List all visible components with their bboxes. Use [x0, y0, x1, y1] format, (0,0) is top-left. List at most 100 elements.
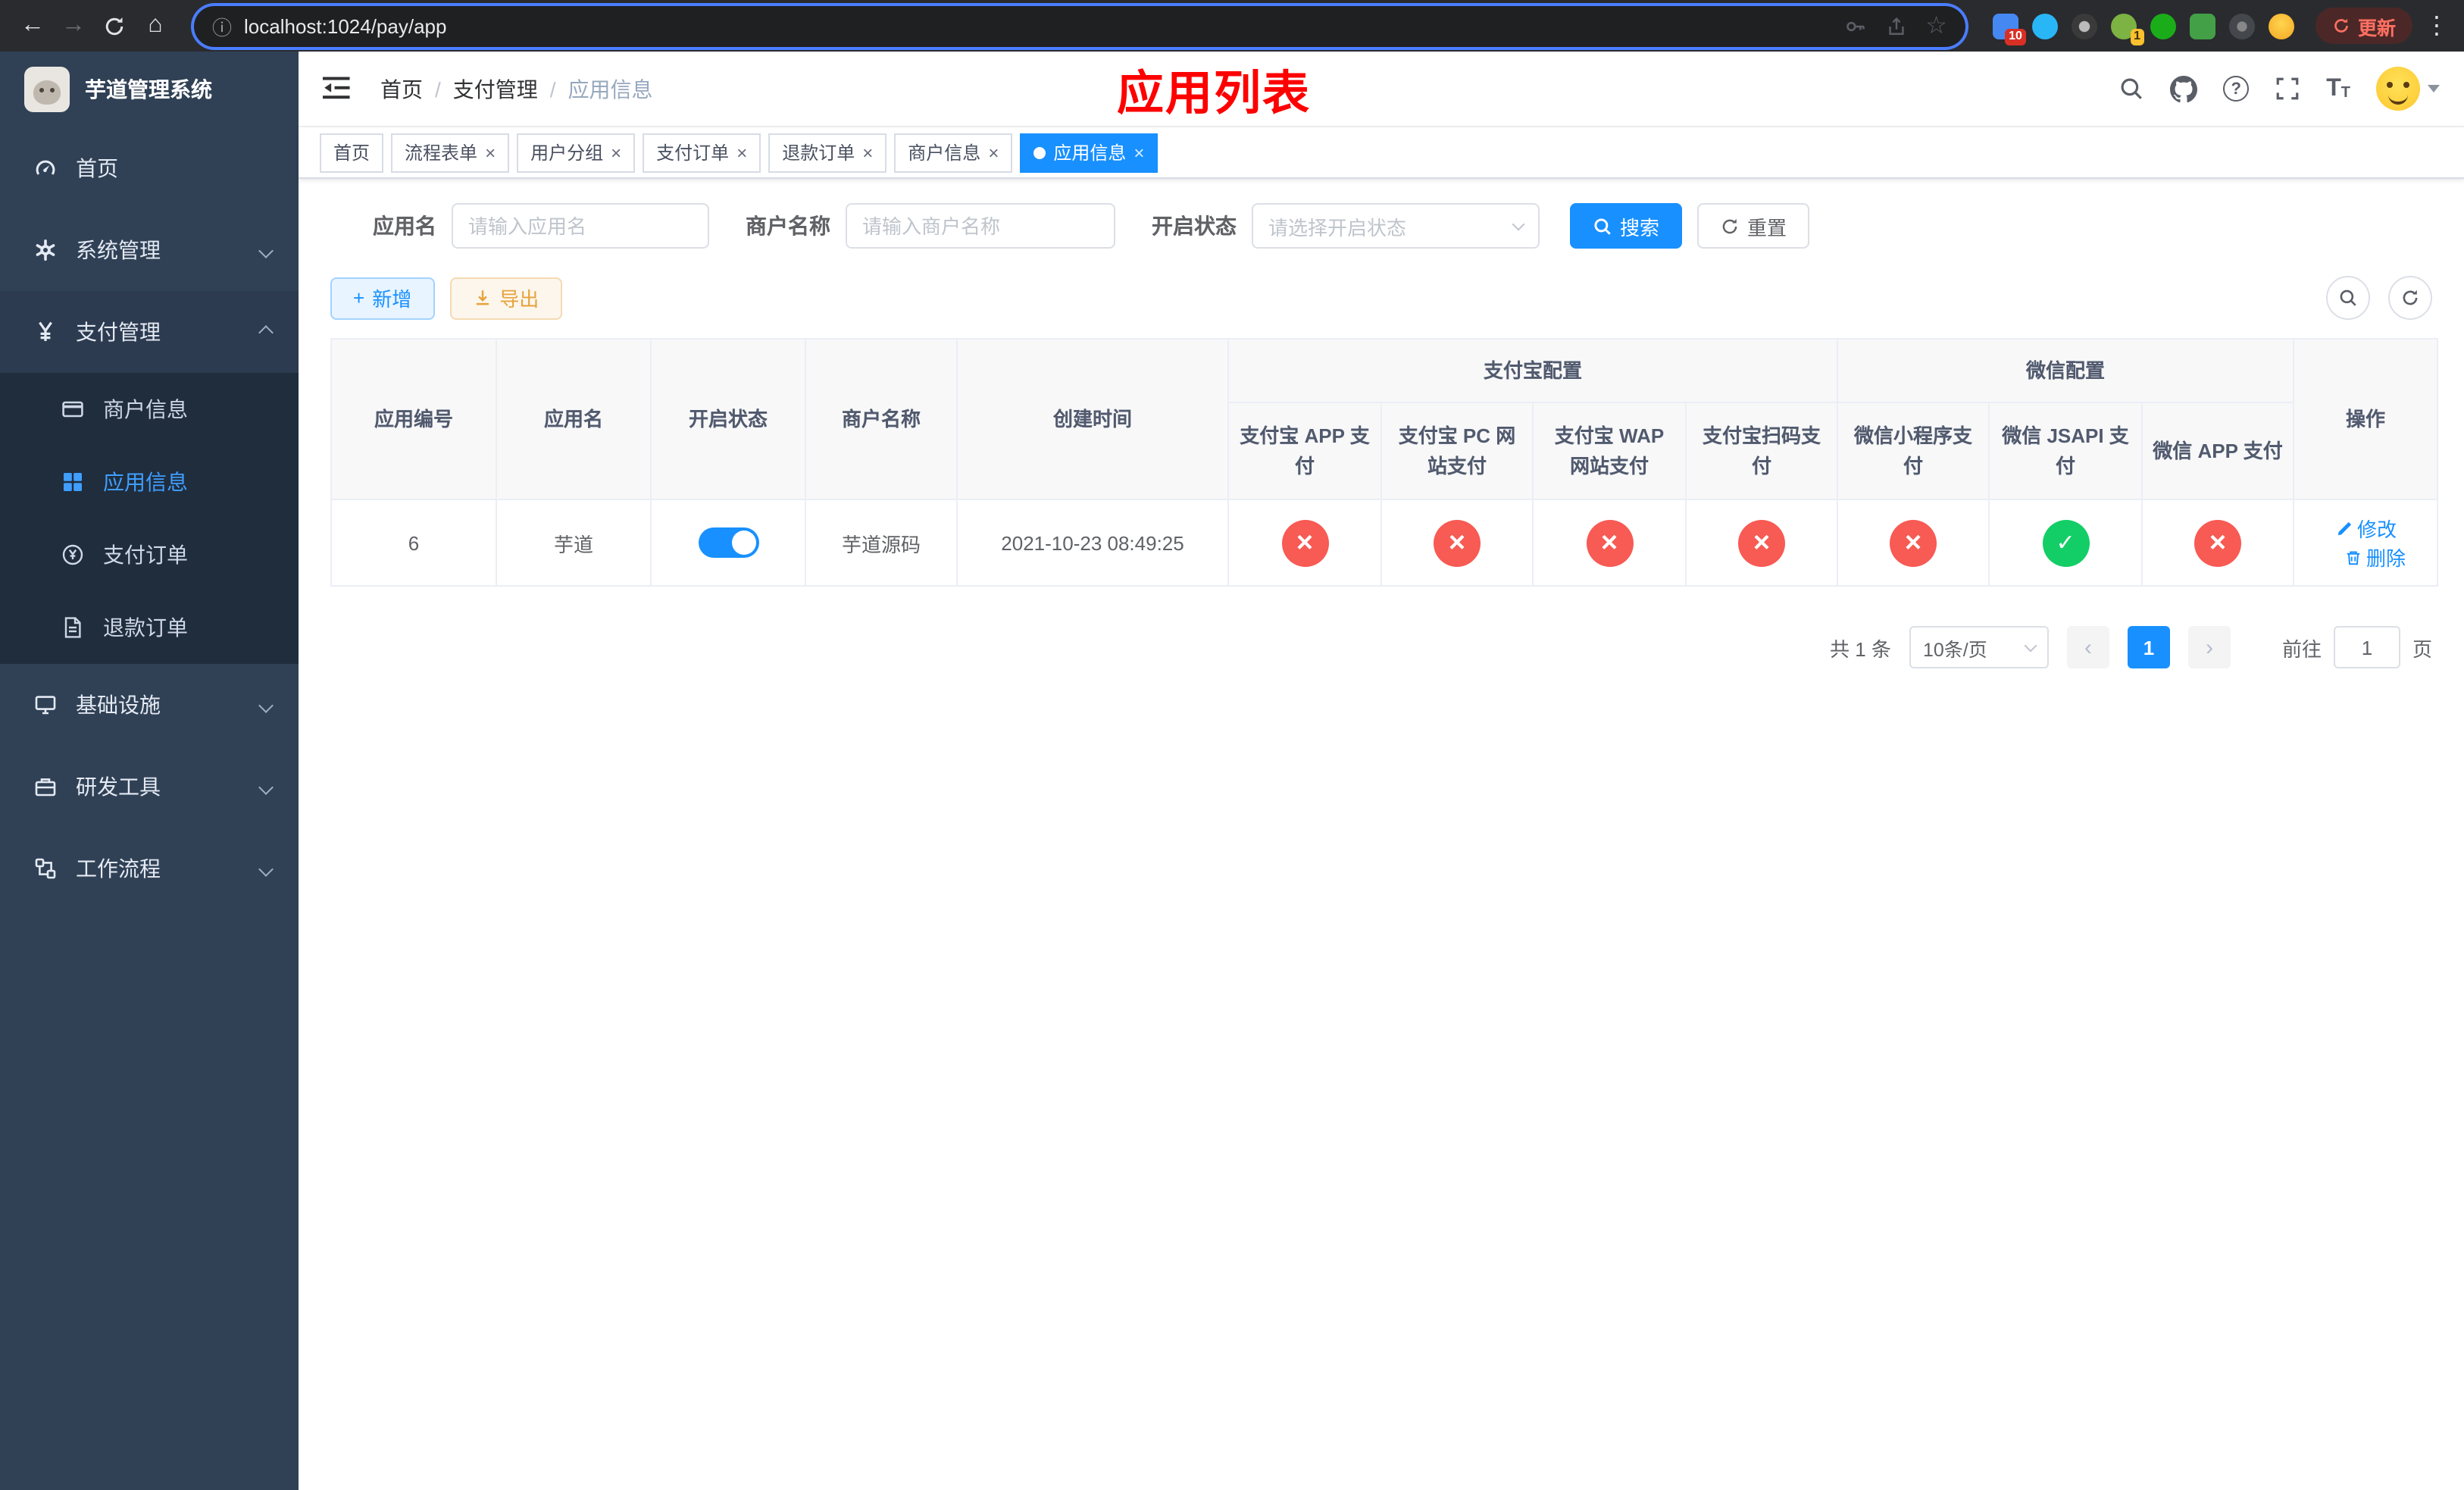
header-search-button[interactable] — [2118, 76, 2144, 102]
question-icon: ? — [2223, 76, 2250, 102]
merchant-name-input[interactable] — [846, 203, 1115, 249]
password-key-button[interactable] — [1843, 14, 1866, 37]
top-navbar: 首页 / 支付管理 / 应用信息 应用列表 ? T T — [299, 52, 2464, 127]
tab-close-icon[interactable]: × — [485, 143, 496, 161]
tab-refund-orders[interactable]: 退款订单 × — [768, 133, 887, 172]
extension-icon-5[interactable] — [2150, 13, 2176, 39]
browser-back-button[interactable]: ← — [12, 5, 53, 46]
bookmark-star-button[interactable]: ☆ — [1925, 11, 1947, 41]
fullscreen-button[interactable] — [2275, 76, 2300, 102]
browser-forward-button[interactable]: → — [53, 5, 94, 46]
config-status-icon — [1434, 519, 1481, 566]
col-app-name: 应用名 — [496, 338, 652, 500]
address-bar-icons: ☆ — [1843, 11, 1947, 41]
font-size-button[interactable]: TT — [2326, 76, 2350, 101]
sidebar-item-system[interactable]: 系统管理 — [0, 209, 299, 291]
browser-update-button[interactable]: 更新 — [2315, 8, 2412, 44]
status-select[interactable]: 请选择开启状态 — [1252, 203, 1540, 249]
breadcrumb-separator: / — [549, 77, 556, 101]
tab-label: 首页 — [333, 142, 371, 164]
help-button[interactable]: ? — [2223, 76, 2250, 102]
browser-chrome: ← → ⌂ ⓘ localhost:1024/pay/app ☆ 10 1 更新… — [0, 0, 2464, 52]
extension-icon-2[interactable] — [2031, 13, 2058, 39]
chevron-down-icon — [258, 779, 274, 794]
plus-icon: + — [353, 286, 365, 309]
browser-reload-button[interactable] — [94, 5, 135, 46]
sidebar-item-app-info[interactable]: 应用信息 — [0, 446, 299, 518]
site-info-icon[interactable]: ⓘ — [212, 11, 232, 40]
add-button[interactable]: + 新增 — [330, 277, 435, 319]
col-created: 创建时间 — [956, 338, 1229, 500]
chevron-down-icon — [2024, 638, 2037, 652]
refresh-table-button[interactable] — [2388, 276, 2432, 320]
add-label: 新增 — [372, 288, 412, 311]
extension-icon-3[interactable] — [2071, 13, 2097, 39]
sidebar-collapse-button[interactable] — [323, 74, 353, 104]
sidebar-item-label: 支付订单 — [103, 543, 188, 567]
status-toggle[interactable] — [698, 527, 758, 558]
extension-icon-4[interactable]: 1 — [2110, 13, 2144, 45]
share-button[interactable] — [1884, 14, 1907, 37]
sidebar-item-pay-orders[interactable]: 支付订单 — [0, 518, 299, 591]
next-page-button[interactable]: › — [2187, 626, 2231, 668]
sidebar-logo-row[interactable]: 芋道管理系统 — [0, 52, 299, 127]
app-name-input[interactable] — [452, 203, 709, 249]
extension-icon-1[interactable]: 10 — [1992, 13, 2026, 45]
chevron-down-icon — [1512, 217, 1525, 230]
toggle-search-button[interactable] — [2326, 276, 2370, 320]
sidebar-item-workflow[interactable]: 工作流程 — [0, 828, 299, 909]
goto-page-input[interactable] — [2333, 626, 2400, 668]
sidebar-item-refund-orders[interactable]: 退款订单 — [0, 591, 299, 664]
user-avatar-button[interactable] — [2376, 67, 2440, 111]
grid-icon — [64, 473, 82, 491]
reset-button[interactable]: 重置 — [1697, 203, 1810, 249]
tab-close-icon[interactable]: × — [1134, 143, 1144, 161]
sidebar-item-infrastructure[interactable]: 基础设施 — [0, 664, 299, 746]
extension-icon-6[interactable] — [2189, 13, 2215, 39]
config-status-icon — [1738, 519, 1785, 566]
tab-process-form[interactable]: 流程表单 × — [391, 133, 510, 172]
page-number-1[interactable]: 1 — [2127, 626, 2170, 668]
browser-menu-button[interactable]: ⋮ — [2422, 11, 2452, 41]
address-bar[interactable]: ⓘ localhost:1024/pay/app ☆ — [194, 5, 1965, 46]
prev-page-button[interactable]: ‹ — [2066, 626, 2109, 668]
tab-close-icon[interactable]: × — [862, 143, 873, 161]
config-status-icon — [2194, 519, 2242, 566]
extension-icon-8[interactable] — [2268, 13, 2294, 39]
search-label: 搜索 — [1620, 216, 1660, 239]
tab-close-icon[interactable]: × — [611, 143, 621, 161]
col-wechat-app: 微信 APP 支付 — [2141, 402, 2295, 500]
extension-icon-7[interactable] — [2228, 13, 2255, 39]
tab-close-icon[interactable]: × — [736, 143, 747, 161]
tab-user-group[interactable]: 用户分组 × — [517, 133, 636, 172]
sidebar-item-home[interactable]: 首页 — [0, 127, 299, 209]
tab-label: 用户分组 — [530, 142, 604, 164]
tab-label: 商户信息 — [908, 142, 981, 164]
sidebar-item-dev-tools[interactable]: 研发工具 — [0, 746, 299, 828]
github-button[interactable] — [2170, 75, 2198, 102]
filter-status: 开启状态 请选择开启状态 — [1146, 203, 1540, 249]
delete-button[interactable]: 删除 — [2344, 543, 2406, 571]
filter-merchant-name: 商户名称 — [740, 203, 1115, 249]
update-label: 更新 — [2357, 17, 2396, 39]
search-button[interactable]: 搜索 — [1570, 203, 1683, 249]
page-size-select[interactable]: 10条/页 — [1909, 626, 2049, 668]
tab-app-info[interactable]: 应用信息 × — [1020, 133, 1159, 172]
col-alipay-qr: 支付宝扫码支付 — [1684, 402, 1839, 500]
browser-home-button[interactable]: ⌂ — [135, 5, 176, 46]
tab-home[interactable]: 首页 — [320, 133, 384, 172]
col-wechat-jsapi: 微信 JSAPI 支付 — [1988, 402, 2143, 500]
export-button[interactable]: 导出 — [449, 277, 562, 319]
tab-pay-orders[interactable]: 支付订单 × — [643, 133, 761, 172]
sidebar-item-merchant-info[interactable]: 商户信息 — [0, 373, 299, 446]
edit-button[interactable]: 修改 — [2334, 514, 2397, 543]
page-suffix-label: 页 — [2412, 637, 2432, 660]
tab-label: 应用信息 — [1053, 142, 1127, 164]
breadcrumb-home[interactable]: 首页 — [380, 74, 423, 104]
tab-merchant-info[interactable]: 商户信息 × — [894, 133, 1013, 172]
sidebar-item-payment[interactable]: 支付管理 — [0, 291, 299, 373]
col-actions: 操作 — [2293, 338, 2439, 500]
breadcrumb-payment[interactable]: 支付管理 — [453, 74, 538, 104]
tab-close-icon[interactable]: × — [988, 143, 999, 161]
goto-page-group: 前往 页 — [2282, 626, 2432, 668]
